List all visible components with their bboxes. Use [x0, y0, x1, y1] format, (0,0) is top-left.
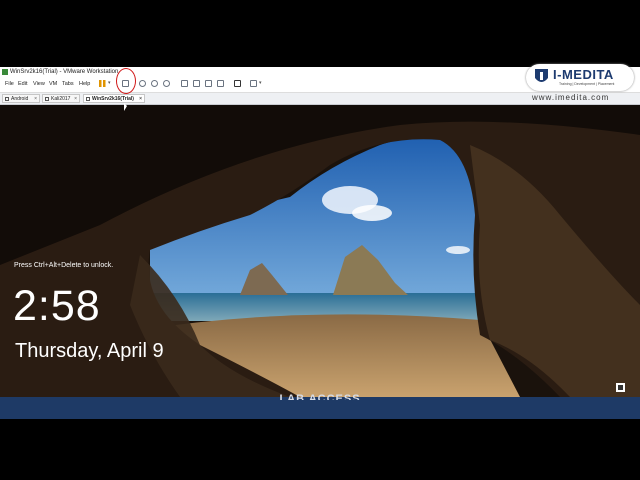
tab-label: Android — [11, 96, 29, 102]
logo-tagline: Training | Development | Placement — [559, 82, 615, 86]
lockscreen-date: Thursday, April 9 — [15, 340, 164, 362]
stretch-dropdown-icon[interactable]: ▾ — [259, 80, 262, 86]
quick-switch-icon[interactable] — [205, 80, 212, 87]
console-view-icon[interactable] — [250, 80, 257, 87]
tab-android[interactable]: Android × — [2, 94, 40, 103]
menu-view[interactable]: View — [33, 81, 45, 87]
unity-icon[interactable] — [234, 80, 241, 87]
vm-console-screen[interactable]: Press Ctrl+Alt+Delete to unlock. 2:58 Th… — [0, 105, 640, 397]
menu-help[interactable]: Help — [79, 81, 90, 87]
tab-kali2017[interactable]: Kali2017 × — [42, 94, 80, 103]
snapshot-icon[interactable] — [139, 80, 146, 87]
unlock-hint: Press Ctrl+Alt+Delete to unlock. — [14, 262, 114, 269]
revert-snapshot-icon[interactable] — [151, 80, 158, 87]
close-icon[interactable]: × — [74, 95, 77, 104]
normal-view-icon[interactable] — [193, 80, 200, 87]
mouse-cursor-icon — [124, 103, 127, 111]
vm-icon — [5, 97, 9, 101]
tab-winsrv2k16[interactable]: WinSrv2k16(Trial) × — [83, 94, 145, 103]
banner-text: LAB ACCESS — [279, 393, 361, 400]
dropdown-icon[interactable]: ▾ — [108, 80, 111, 86]
menu-tabs[interactable]: Tabs — [62, 81, 74, 87]
menu-file[interactable]: File — [5, 81, 14, 87]
vmware-app-icon — [2, 69, 8, 75]
shield-logo-icon — [535, 69, 548, 82]
imedita-logo: I-MEDITA Training | Development | Placem… — [526, 64, 634, 91]
tab-label: Kali2017 — [51, 96, 71, 102]
lockscreen-time: 2:58 — [13, 282, 101, 330]
vmware-window: WinSrv2k16(Trial) - VMware Workstation F… — [0, 67, 640, 397]
website-url: www.imedita.com — [532, 93, 610, 102]
tab-label: WinSrv2k16(Trial) — [92, 96, 134, 102]
close-icon[interactable]: × — [139, 95, 142, 104]
manage-snapshots-icon[interactable] — [163, 80, 170, 87]
vm-icon — [86, 97, 90, 101]
vm-icon — [45, 97, 49, 101]
highlight-circle — [116, 68, 136, 94]
full-screen-icon[interactable] — [217, 80, 224, 87]
menu-edit[interactable]: Edit — [18, 81, 27, 87]
pause-icon[interactable] — [99, 80, 106, 87]
video-caption-banner: LAB ACCESS — [0, 393, 640, 419]
logo-name: I-MEDITA — [553, 67, 614, 82]
show-library-icon[interactable] — [181, 80, 188, 87]
close-icon[interactable]: × — [34, 95, 37, 104]
menu-vm[interactable]: VM — [49, 81, 57, 87]
window-title: WinSrv2k16(Trial) - VMware Workstation — [10, 69, 119, 75]
